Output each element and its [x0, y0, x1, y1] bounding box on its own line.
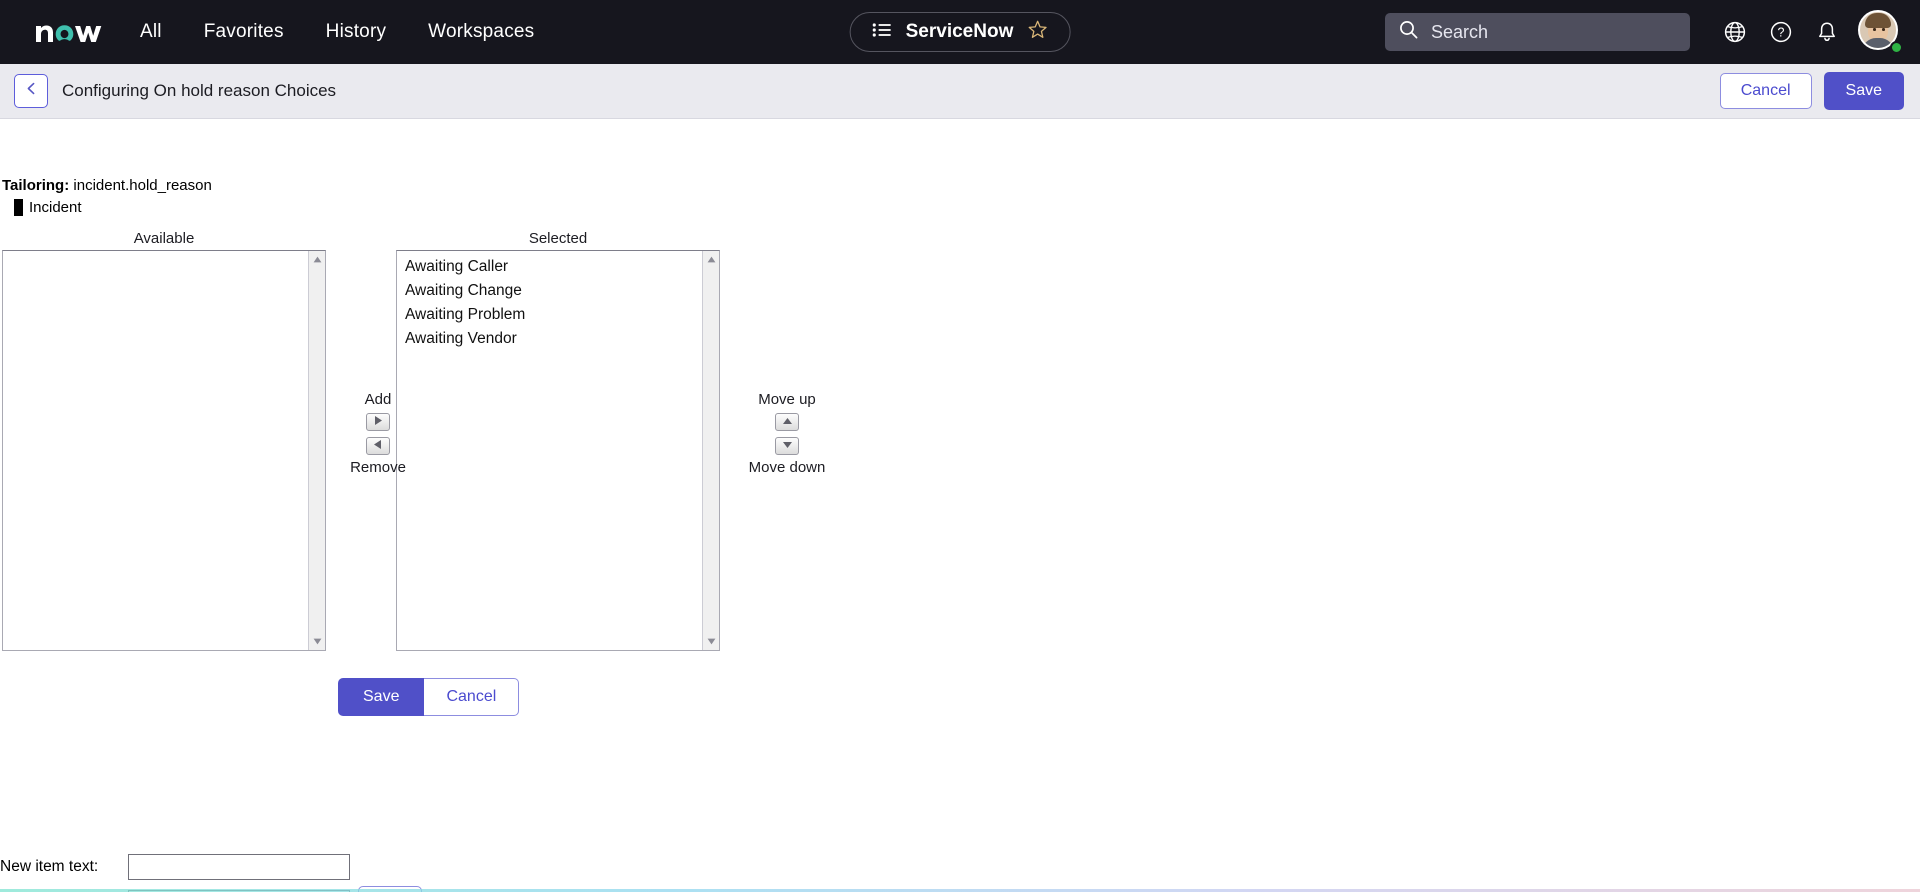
scroll-down-icon[interactable]: [703, 633, 719, 650]
global-search[interactable]: [1385, 13, 1690, 51]
list-icon: [872, 22, 892, 42]
scroll-up-icon[interactable]: [309, 251, 325, 268]
arrow-right-icon: [373, 413, 383, 431]
header-save-button[interactable]: Save: [1823, 72, 1904, 110]
new-item-text-label: New item text:: [0, 858, 99, 875]
arrow-down-icon: [782, 437, 793, 455]
nav-link-history[interactable]: History: [326, 21, 387, 43]
primary-nav-links: All Favorites History Workspaces: [140, 21, 534, 43]
globe-icon[interactable]: [1712, 9, 1758, 55]
new-item-text-input[interactable]: [128, 854, 350, 880]
list-item[interactable]: Awaiting Change: [397, 279, 702, 303]
application-context-pill[interactable]: ServiceNow: [849, 12, 1071, 52]
top-navigation-bar: All Favorites History Workspaces Service…: [0, 0, 1920, 64]
arrow-up-icon: [782, 413, 793, 431]
bucket-save-button[interactable]: Save: [338, 678, 425, 716]
new-item-text-row: New item text:: [0, 854, 422, 880]
add-label: Add: [364, 391, 392, 408]
nav-link-all[interactable]: All: [140, 21, 162, 43]
transfer-controls: Add Remove: [330, 390, 426, 478]
search-icon: [1399, 20, 1418, 44]
slushbucket: Available Selected Awaiting Caller Awaiti…: [0, 230, 1920, 716]
list-item[interactable]: Awaiting Problem: [397, 303, 702, 327]
servicenow-logo[interactable]: [32, 15, 106, 49]
new-item-form: New item text: Numeric value: Add: [0, 854, 423, 892]
header-cancel-button[interactable]: Cancel: [1719, 73, 1812, 109]
move-down-button[interactable]: [775, 437, 799, 455]
page-subheader: Configuring On hold reason Choices Cance…: [0, 64, 1920, 119]
available-list[interactable]: [3, 251, 308, 650]
arrow-left-icon: [373, 437, 383, 455]
search-input[interactable]: [1429, 20, 1676, 44]
list-item[interactable]: Awaiting Vendor: [397, 327, 702, 351]
main-content: Tailoring: incident.hold_reason Incident…: [0, 119, 1920, 892]
available-column-label: Available: [133, 230, 195, 247]
bell-icon[interactable]: [1804, 9, 1850, 55]
scroll-up-icon[interactable]: [703, 251, 719, 268]
scope-label: Incident: [29, 199, 82, 216]
scope-marker-icon: [14, 199, 23, 216]
pill-title: ServiceNow: [905, 21, 1014, 42]
header-right-tools: ?: [1385, 0, 1903, 64]
selected-scrollbar[interactable]: [702, 251, 719, 650]
selected-column-label: Selected: [528, 230, 588, 247]
tailoring-info: Tailoring: incident.hold_reason: [2, 177, 1920, 194]
page-title: Configuring On hold reason Choices: [62, 81, 337, 100]
available-listbox[interactable]: [2, 250, 326, 651]
star-outline-icon[interactable]: [1027, 20, 1047, 44]
nav-link-favorites[interactable]: Favorites: [204, 21, 284, 43]
back-button[interactable]: [14, 74, 48, 108]
order-controls: Move up Move down: [722, 390, 852, 478]
tailoring-value: incident.hold_reason: [73, 177, 212, 194]
add-button[interactable]: [366, 413, 390, 431]
svg-text:?: ?: [1778, 26, 1785, 40]
scope-row: Incident: [14, 199, 1920, 216]
user-avatar[interactable]: [1858, 10, 1903, 54]
chevron-left-icon: [24, 81, 39, 101]
move-up-label: Move up: [758, 391, 816, 408]
subheader-actions: Cancel Save: [1719, 72, 1904, 110]
remove-label: Remove: [350, 459, 406, 476]
bucket-cancel-button[interactable]: Cancel: [424, 678, 520, 716]
selected-listbox[interactable]: Awaiting Caller Awaiting Change Awaiting P…: [396, 250, 720, 651]
remove-button[interactable]: [366, 437, 390, 455]
online-status-indicator: [1890, 41, 1903, 54]
available-scrollbar[interactable]: [308, 251, 325, 650]
help-circle-icon[interactable]: ?: [1758, 9, 1804, 55]
move-down-label: Move down: [748, 459, 826, 476]
scroll-down-icon[interactable]: [309, 633, 325, 650]
move-up-button[interactable]: [775, 413, 799, 431]
list-item[interactable]: Awaiting Caller: [397, 255, 702, 279]
nav-link-workspaces[interactable]: Workspaces: [428, 21, 534, 43]
selected-list[interactable]: Awaiting Caller Awaiting Change Awaiting P…: [397, 251, 702, 650]
tailoring-label: Tailoring:: [2, 177, 70, 194]
bucket-action-buttons: Save Cancel: [338, 678, 520, 716]
